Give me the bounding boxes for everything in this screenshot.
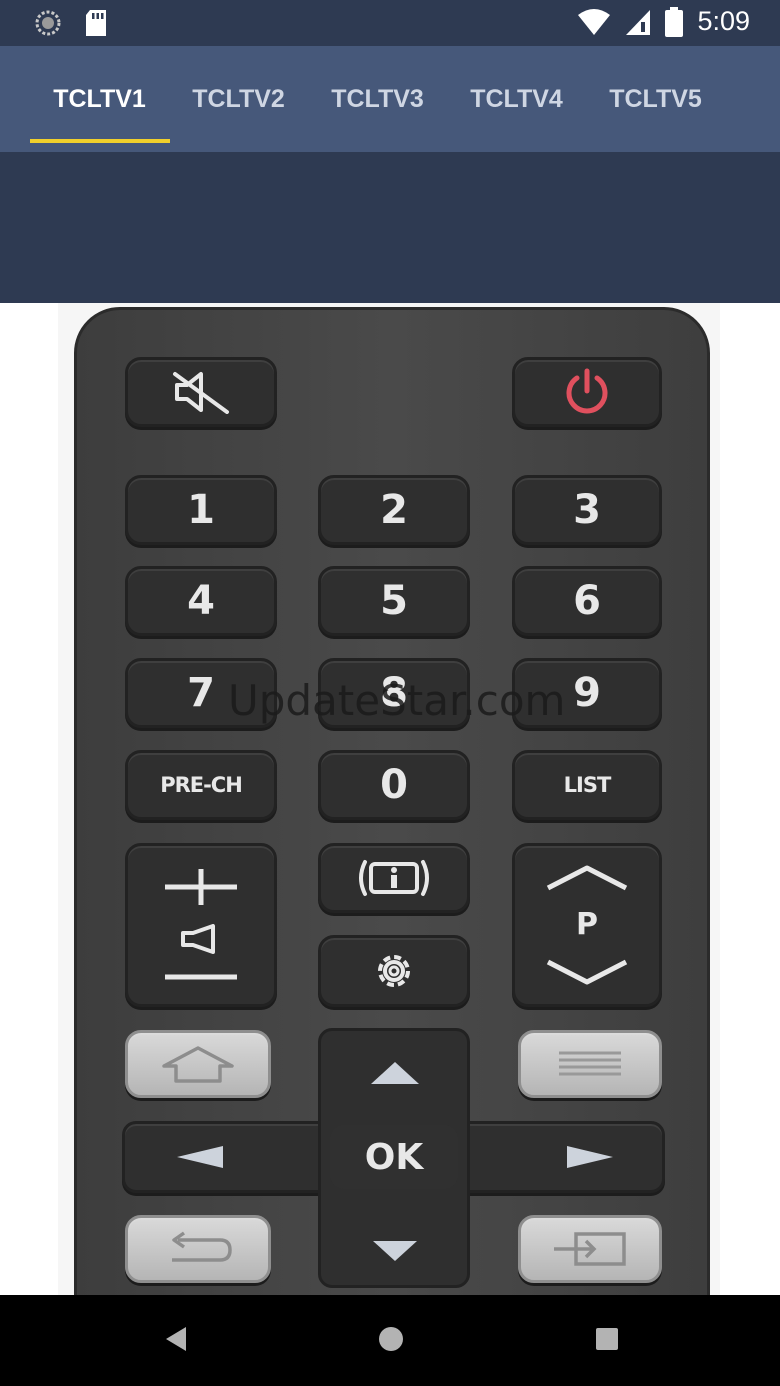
volume-icon: [181, 923, 215, 954]
tab-tcltv2[interactable]: TCLTV2: [169, 46, 308, 152]
power-button[interactable]: [512, 357, 662, 427]
mute-icon: [173, 372, 229, 414]
back-icon: [172, 1231, 232, 1262]
loading-icon: [35, 10, 61, 36]
mute-button[interactable]: [125, 357, 277, 427]
tab-bar: TCLTV1 TCLTV2 TCLTV3 TCLTV4 TCLTV5: [0, 46, 780, 152]
arrow-up-icon: [371, 1062, 419, 1084]
arrow-right-icon: [567, 1146, 613, 1168]
power-icon: [566, 368, 608, 414]
status-right-icons: 5:09: [577, 6, 750, 37]
status-left-icons: [34, 9, 108, 37]
tab-indicator: [30, 139, 170, 143]
sd-card-icon: [86, 10, 106, 36]
battery-icon: [665, 6, 684, 37]
digit-3-button[interactable]: 3: [512, 475, 662, 545]
header-panel: [0, 152, 780, 303]
info-icon: [359, 860, 429, 896]
menu-button[interactable]: [518, 1030, 662, 1098]
volume-down-icon[interactable]: [161, 971, 241, 983]
program-rocker: P: [512, 843, 662, 1007]
digit-0-button[interactable]: 0: [318, 750, 470, 820]
navigation-bar: [0, 1295, 780, 1386]
digit-6-button[interactable]: 6: [512, 566, 662, 636]
home-nav-icon[interactable]: [376, 1323, 406, 1355]
volume-up-icon[interactable]: [161, 867, 241, 907]
info-button[interactable]: [318, 843, 470, 913]
recents-nav-icon[interactable]: [592, 1323, 622, 1355]
input-source-icon: [554, 1232, 626, 1266]
back-button[interactable]: [125, 1215, 271, 1283]
pre-ch-button[interactable]: PRE-CH: [125, 750, 277, 820]
program-down-icon[interactable]: [544, 958, 630, 986]
dpad-down-button[interactable]: [350, 1226, 440, 1276]
digit-8-button[interactable]: 8: [318, 658, 470, 728]
settings-icon: [378, 955, 410, 987]
dpad-right-button[interactable]: [550, 1132, 630, 1182]
digit-5-button[interactable]: 5: [318, 566, 470, 636]
settings-button[interactable]: [318, 935, 470, 1007]
digit-7-button[interactable]: 7: [125, 658, 277, 728]
program-label: P: [576, 907, 598, 943]
arrow-left-icon: [177, 1146, 223, 1168]
remote-content: 1 2 3 4 5 6 7 8 9 PRE-CH 0 LIST P OK Upd…: [0, 303, 780, 1295]
dpad-left-button[interactable]: [160, 1132, 240, 1182]
wifi-icon: [578, 8, 611, 35]
digit-4-button[interactable]: 4: [125, 566, 277, 636]
menu-icon: [559, 1051, 621, 1076]
status-time: 5:09: [697, 6, 750, 36]
back-nav-icon[interactable]: [160, 1323, 190, 1355]
digit-2-button[interactable]: 2: [318, 475, 470, 545]
home-button[interactable]: [125, 1030, 271, 1098]
program-up-icon[interactable]: [544, 864, 630, 892]
list-button[interactable]: LIST: [512, 750, 662, 820]
volume-rocker: [125, 843, 277, 1007]
digit-9-button[interactable]: 9: [512, 658, 662, 728]
tab-tcltv5[interactable]: TCLTV5: [586, 46, 725, 152]
ok-button[interactable]: OK: [330, 1125, 458, 1189]
tab-tcltv1[interactable]: TCLTV1: [30, 46, 169, 152]
home-icon: [162, 1046, 234, 1083]
tab-tcltv3[interactable]: TCLTV3: [308, 46, 447, 152]
arrow-down-icon: [373, 1241, 417, 1261]
digit-1-button[interactable]: 1: [125, 475, 277, 545]
input-source-button[interactable]: [518, 1215, 662, 1283]
signal-icon: [626, 9, 651, 35]
tab-tcltv4[interactable]: TCLTV4: [447, 46, 586, 152]
status-bar: 5:09: [0, 0, 780, 46]
dpad-up-button[interactable]: [350, 1048, 440, 1098]
